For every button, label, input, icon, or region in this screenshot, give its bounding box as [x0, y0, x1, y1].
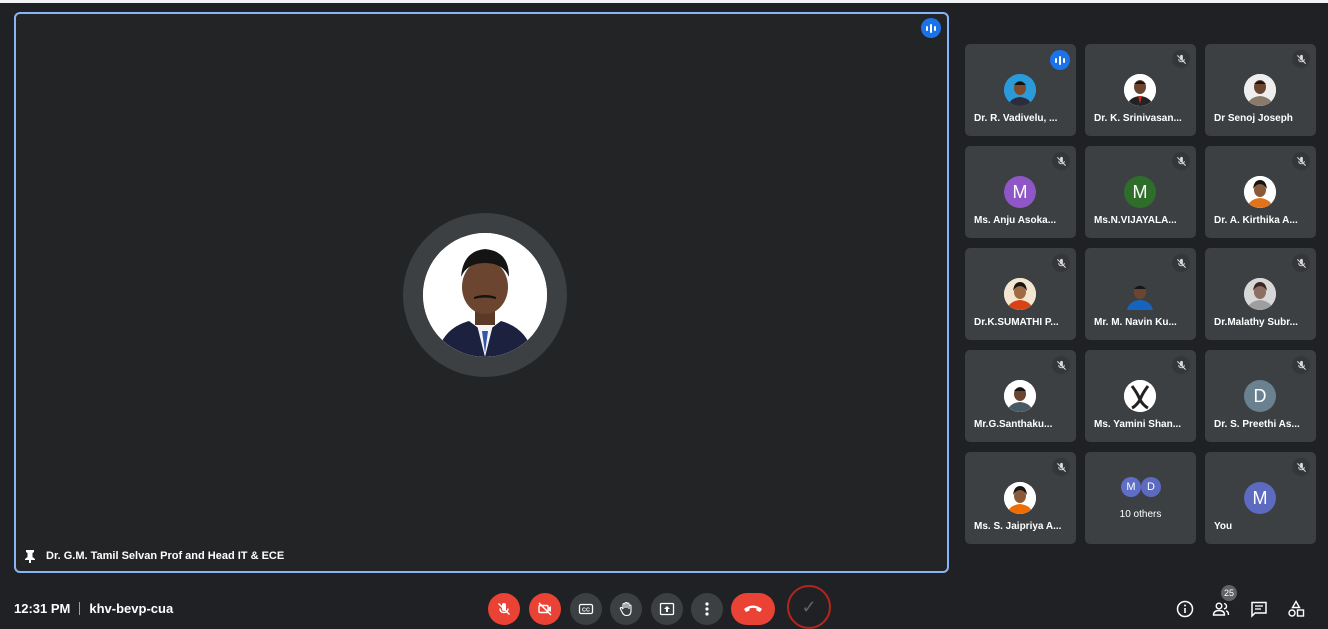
participant-name: Ms. Yamini Shan... — [1094, 419, 1182, 430]
avatar — [1004, 380, 1036, 412]
speaking-indicator-icon — [1050, 50, 1070, 70]
meeting-info-button[interactable] — [1175, 599, 1195, 619]
avatar: M — [1004, 176, 1036, 208]
participant-tile[interactable]: Dr.Malathy Subr... — [1205, 248, 1316, 340]
present-button[interactable] — [651, 593, 683, 625]
divider — [79, 602, 81, 615]
avatar — [1244, 74, 1276, 106]
participant-tile[interactable]: Dr. R. Vadivelu, ... — [965, 44, 1076, 136]
participant-tile[interactable]: Ms. Yamini Shan... — [1085, 350, 1196, 442]
participant-grid: Dr. R. Vadivelu, ... Dr. K. Srinivasan..… — [965, 44, 1316, 544]
main-speaker-name: Dr. G.M. Tamil Selvan Prof and Head IT &… — [24, 549, 284, 563]
participant-name: Ms.N.VIJAYALA... — [1094, 215, 1177, 226]
main-avatar — [423, 233, 547, 357]
others-avatar: M — [1121, 477, 1141, 497]
pin-icon[interactable] — [24, 549, 36, 563]
people-icon — [1212, 602, 1230, 616]
meeting-details: 12:31 PM khv-bevp-cua — [14, 601, 173, 616]
self-tile[interactable]: M You — [1205, 452, 1316, 544]
mic-off-icon — [1052, 356, 1070, 374]
participant-tile[interactable]: Ms. S. Jaipriya A... — [965, 452, 1076, 544]
participant-name: Dr.K.SUMATHI P... — [974, 317, 1059, 328]
participant-name: Mr.G.Santhaku... — [974, 419, 1053, 430]
mic-off-icon — [1052, 458, 1070, 476]
camera-toggle-button[interactable] — [529, 593, 561, 625]
raise-hand-icon — [619, 601, 632, 617]
participant-name: Dr.Malathy Subr... — [1214, 317, 1298, 328]
participant-tile[interactable]: Mr. M. Navin Ku... — [1085, 248, 1196, 340]
checkmark-icon: ✓ — [787, 585, 831, 629]
more-icon — [705, 602, 709, 616]
participant-name: You — [1214, 521, 1233, 532]
meeting-code: khv-bevp-cua — [89, 601, 174, 616]
mic-off-icon — [1292, 356, 1310, 374]
mic-off-icon — [1292, 254, 1310, 272]
people-count-badge: 25 — [1221, 585, 1237, 601]
chat-icon — [1251, 601, 1267, 618]
avatar — [1244, 176, 1276, 208]
participant-name: Dr. R. Vadivelu, ... — [974, 113, 1058, 124]
participant-name: Ms. S. Jaipriya A... — [974, 521, 1062, 532]
participant-name: Ms. Anju Asoka... — [974, 215, 1057, 226]
participant-tile[interactable]: Dr.K.SUMATHI P... — [965, 248, 1076, 340]
camera-off-icon — [538, 602, 552, 616]
others-avatar: D — [1141, 477, 1161, 497]
captions-button[interactable]: CC — [570, 593, 602, 625]
mic-toggle-button[interactable] — [488, 593, 520, 625]
main-speaker-tile[interactable]: Dr. G.M. Tamil Selvan Prof and Head IT &… — [14, 12, 949, 573]
avatar — [1244, 278, 1276, 310]
participant-tile[interactable]: Mr.G.Santhaku... — [965, 350, 1076, 442]
captions-icon: CC — [578, 603, 594, 615]
participant-tile[interactable]: M Ms. Anju Asoka... — [965, 146, 1076, 238]
participant-tile[interactable]: M Ms.N.VIJAYALA... — [1085, 146, 1196, 238]
mic-off-icon — [1172, 50, 1190, 68]
mic-off-icon — [1292, 50, 1310, 68]
avatar — [1004, 74, 1036, 106]
clock-time: 12:31 PM — [14, 601, 71, 616]
participant-name: Dr Senoj Joseph — [1214, 113, 1293, 124]
avatar — [1004, 278, 1036, 310]
main-avatar-ring — [403, 213, 567, 377]
bottom-bar: 12:31 PM khv-bevp-cua CC ✓ 25 — [0, 585, 1328, 629]
top-border — [0, 0, 1328, 3]
mic-off-icon — [1172, 254, 1190, 272]
participant-tile[interactable]: Dr. K. Srinivasan... — [1085, 44, 1196, 136]
end-call-button[interactable] — [731, 593, 775, 625]
people-button[interactable] — [1211, 599, 1231, 619]
participant-tile[interactable]: Dr Senoj Joseph — [1205, 44, 1316, 136]
activities-icon — [1288, 600, 1305, 617]
avatar — [1124, 278, 1156, 310]
avatar — [1004, 482, 1036, 514]
avatar — [1124, 74, 1156, 106]
more-options-button[interactable] — [691, 593, 723, 625]
mic-off-icon — [1052, 254, 1070, 272]
others-tile[interactable]: M D 10 others — [1085, 452, 1196, 544]
svg-text:CC: CC — [582, 608, 590, 614]
participant-name: Mr. M. Navin Ku... — [1094, 317, 1177, 328]
avatar: M — [1124, 176, 1156, 208]
activities-button[interactable] — [1286, 599, 1306, 619]
info-icon — [1176, 600, 1194, 618]
present-icon — [659, 602, 675, 616]
speaking-indicator-icon — [921, 18, 941, 38]
participant-name: Dr. A. Kirthika A... — [1214, 215, 1298, 226]
participant-tile[interactable]: Dr. A. Kirthika A... — [1205, 146, 1316, 238]
others-label: 10 others — [1119, 509, 1162, 520]
mic-off-icon — [1172, 356, 1190, 374]
mic-off-icon — [1052, 152, 1070, 170]
participant-name: Dr. S. Preethi As... — [1214, 419, 1300, 430]
main-speaker-label: Dr. G.M. Tamil Selvan Prof and Head IT &… — [46, 550, 285, 562]
avatar — [1124, 380, 1156, 412]
avatar: D — [1244, 380, 1276, 412]
mic-off-icon — [1172, 152, 1190, 170]
avatar: M — [1244, 482, 1276, 514]
participant-tile[interactable]: D Dr. S. Preethi As... — [1205, 350, 1316, 442]
raise-hand-button[interactable] — [610, 593, 642, 625]
mic-off-icon — [1292, 458, 1310, 476]
mic-off-icon — [497, 602, 511, 616]
mic-off-icon — [1292, 152, 1310, 170]
chat-button[interactable] — [1249, 599, 1269, 619]
end-call-icon — [744, 605, 762, 612]
participant-name: Dr. K. Srinivasan... — [1094, 113, 1182, 124]
